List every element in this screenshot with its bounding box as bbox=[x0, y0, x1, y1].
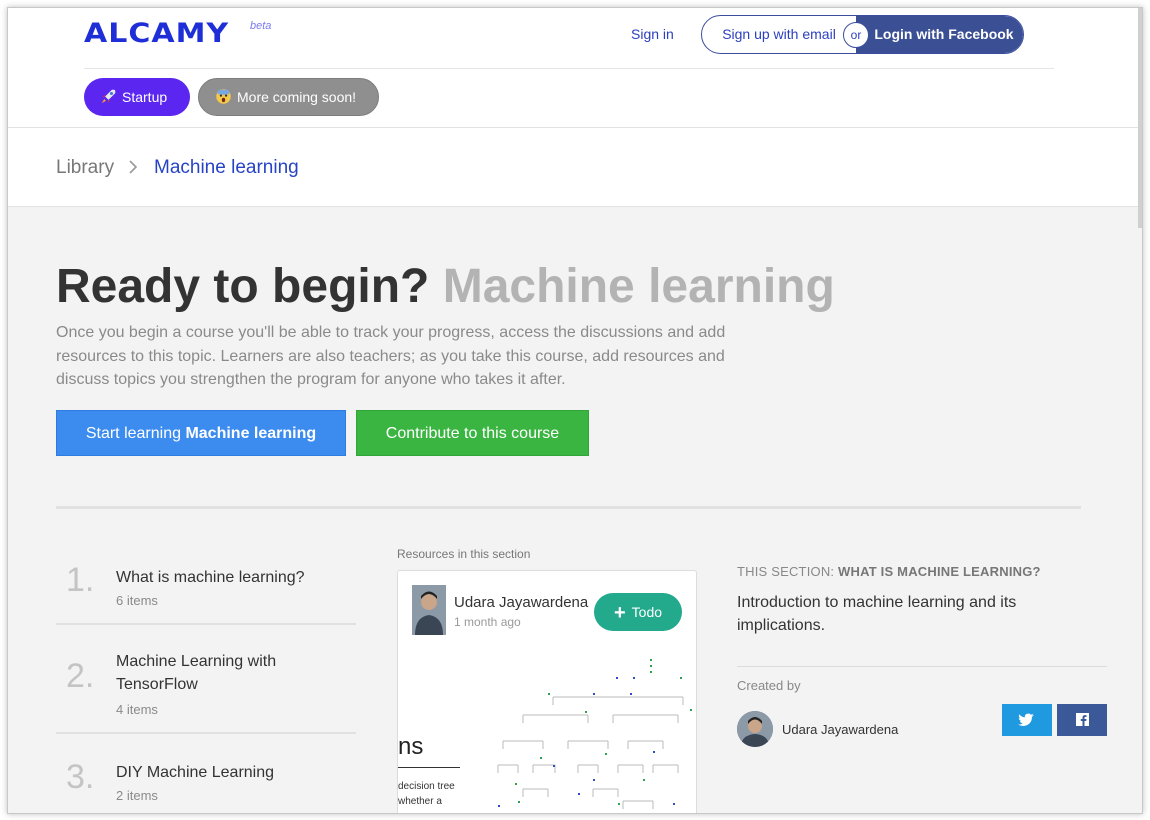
thumbnail-text: decision tree bbox=[398, 781, 455, 792]
twitter-share-button[interactable] bbox=[1002, 704, 1052, 736]
this-section-heading: THIS SECTION: WHAT IS MACHINE LEARNING? bbox=[737, 564, 1041, 579]
section-description: Introduction to machine learning and its… bbox=[737, 594, 1017, 634]
startup-pill-label: Startup bbox=[122, 89, 168, 105]
site-header: ALCAMY beta Sign in Sign up with email L… bbox=[8, 8, 1142, 127]
this-section-name: WHAT IS MACHINE LEARNING? bbox=[838, 564, 1041, 579]
resources-label: Resources in this section bbox=[397, 547, 531, 561]
title-prefix: Ready to begin? bbox=[56, 260, 430, 313]
more-coming-soon-label: More coming soon! bbox=[237, 89, 357, 105]
section-number: 3. bbox=[66, 758, 95, 796]
or-separator: or bbox=[843, 22, 869, 48]
site-logo[interactable]: ALCAMY bbox=[84, 18, 229, 50]
resource-author[interactable]: Udara Jayawardena bbox=[454, 594, 588, 611]
this-section-prefix: THIS SECTION: bbox=[737, 564, 835, 579]
section-item-count: 6 items bbox=[116, 593, 158, 608]
rocket-icon bbox=[101, 89, 116, 104]
section-title: DIY Machine Learning bbox=[116, 764, 275, 781]
breadcrumb-library-link[interactable]: Library bbox=[56, 157, 114, 179]
auth-button-group: Sign up with email Login with Facebook o… bbox=[701, 15, 1024, 54]
facebook-login-button[interactable]: Login with Facebook bbox=[856, 16, 1023, 53]
decision-tree-thumbnail bbox=[497, 659, 692, 809]
start-button-prefix: Start learning bbox=[85, 425, 181, 442]
facebook-share-button[interactable] bbox=[1057, 704, 1107, 736]
breadcrumb-current[interactable]: Machine learning bbox=[154, 157, 299, 179]
course-description: Once you begin a course you'll be able t… bbox=[56, 324, 726, 388]
section-number: 2. bbox=[66, 657, 95, 695]
beta-badge: beta bbox=[250, 20, 272, 32]
avatar[interactable] bbox=[412, 585, 446, 635]
screaming-face-icon bbox=[216, 89, 231, 104]
thumbnail-text: whether a bbox=[398, 796, 442, 807]
created-by-label: Created by bbox=[737, 678, 801, 693]
header-divider bbox=[84, 68, 1054, 69]
section-list-item[interactable]: 2. Machine Learning with TensorFlow 4 it… bbox=[56, 625, 356, 734]
twitter-icon bbox=[1018, 713, 1034, 726]
section-list-item[interactable]: 1. What is machine learning? 6 items bbox=[56, 543, 356, 625]
sign-up-email-button[interactable]: Sign up with email bbox=[702, 16, 856, 53]
section-number: 1. bbox=[66, 561, 95, 599]
section-list-item[interactable]: 3. DIY Machine Learning 2 items bbox=[56, 734, 356, 813]
todo-button[interactable]: + Todo bbox=[594, 593, 682, 631]
thumbnail-heading: ns bbox=[398, 733, 424, 760]
start-button-topic: Machine learning bbox=[185, 425, 317, 442]
section-divider bbox=[56, 506, 1081, 509]
resource-card[interactable]: Udara Jayawardena 1 month ago + Todo ns d… bbox=[397, 570, 697, 813]
browser-viewport: ALCAMY beta Sign in Sign up with email L… bbox=[7, 7, 1143, 814]
logo-text: ALCAMY bbox=[84, 17, 230, 50]
section-item-count: 2 items bbox=[116, 788, 158, 803]
breadcrumb: Library Machine learning bbox=[8, 127, 1142, 207]
page-title: Ready to begin? Machine learning bbox=[56, 259, 835, 314]
todo-label: Todo bbox=[631, 604, 663, 620]
chevron-right-icon bbox=[128, 157, 138, 178]
contribute-button[interactable]: Contribute to this course bbox=[356, 410, 589, 456]
title-topic: Machine learning bbox=[442, 260, 835, 313]
section-title: What is machine learning? bbox=[116, 569, 305, 586]
thumbnail-rule bbox=[398, 767, 460, 768]
section-item-count: 4 items bbox=[116, 702, 158, 717]
resource-timestamp: 1 month ago bbox=[454, 615, 521, 629]
scrollbar-thumb[interactable] bbox=[1138, 8, 1142, 228]
section-title: Machine Learning with TensorFlow bbox=[116, 653, 277, 693]
plus-icon: + bbox=[613, 602, 626, 624]
facebook-icon bbox=[1076, 713, 1089, 726]
creator-name[interactable]: Udara Jayawardena bbox=[782, 722, 898, 737]
created-by-divider bbox=[737, 666, 1107, 667]
avatar[interactable] bbox=[737, 711, 773, 747]
start-learning-button[interactable]: Start learning Machine learning bbox=[56, 410, 346, 456]
main-content: Ready to begin? Machine learning Once yo… bbox=[8, 207, 1142, 813]
more-coming-soon-pill[interactable]: More coming soon! bbox=[198, 78, 379, 116]
sign-in-link[interactable]: Sign in bbox=[631, 26, 674, 42]
startup-category-pill[interactable]: Startup bbox=[84, 78, 190, 116]
